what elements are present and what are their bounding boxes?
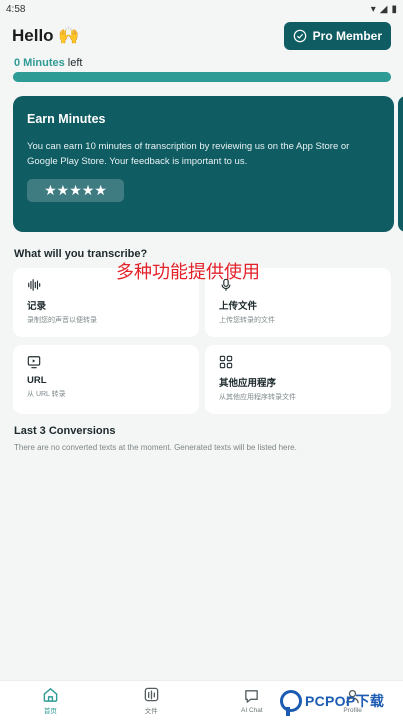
badge-check-icon (293, 29, 306, 43)
pro-member-label: Pro Member (312, 29, 382, 43)
tile-url[interactable]: URL 从 URL 转录 (13, 345, 199, 414)
files-icon (144, 687, 158, 702)
tile-title: 其他应用程序 (219, 378, 277, 389)
overlay-caption: 多种功能提供使用 (116, 262, 260, 282)
waveform-icon (28, 279, 41, 291)
apps-grid-icon (219, 355, 233, 369)
monitor-icon (27, 356, 41, 369)
rating-stars[interactable]: ★★★★★ (27, 179, 124, 202)
minutes-progress-bar (13, 72, 391, 82)
signal-icon: ◢ (379, 3, 388, 15)
next-card-peek[interactable] (398, 96, 403, 232)
conversions-empty-text: There are no converted texts at the mome… (14, 443, 297, 452)
tile-title: 上传文件 (219, 301, 258, 312)
nav-ai-chat[interactable]: AI Chat (222, 688, 282, 714)
conversions-section-title: Last 3 Conversions (14, 425, 116, 437)
tile-subtitle: 从其他应用程序转录文件 (219, 394, 296, 401)
nav-label: 文件 (144, 708, 158, 715)
earn-minutes-title: Earn Minutes (27, 112, 106, 126)
greeting-title: Hello 🙌 (12, 26, 80, 45)
nav-files[interactable]: 文件 (121, 686, 181, 715)
chat-icon (245, 689, 259, 703)
tile-subtitle: 从 URL 转录 (27, 391, 66, 398)
earn-minutes-description: You can earn 10 minutes of transcription… (27, 141, 350, 167)
pcpop-logo-icon (280, 690, 302, 716)
minutes-count: 0 Minutes (14, 57, 65, 69)
pcpop-watermark: PCPOP下载 (280, 690, 385, 716)
minutes-suffix: left (64, 57, 83, 69)
status-bar: 4:58 ▾ ◢ ▮ (0, 0, 403, 18)
earn-minutes-card[interactable]: Earn Minutes You can earn 10 minutes of … (13, 96, 394, 232)
pcpop-logo-text: PCPOP下载 (305, 693, 385, 709)
nav-home[interactable]: 首页 (20, 686, 80, 715)
battery-icon: ▮ (391, 3, 397, 15)
tile-title: 记录 (27, 301, 47, 312)
tile-subtitle: 录制您的声音以便转录 (27, 317, 97, 324)
tile-subtitle: 上传您转录的文件 (219, 317, 275, 324)
tile-title: URL (27, 375, 47, 386)
nav-label: AI Chat (241, 706, 263, 714)
minutes-progress-fill (13, 72, 391, 82)
minutes-left: 0 Minutes left (14, 57, 82, 69)
status-time: 4:58 (6, 3, 26, 15)
tile-other-apps[interactable]: 其他应用程序 从其他应用程序转录文件 (205, 345, 391, 414)
home-icon (43, 687, 58, 702)
nav-label: 首页 (43, 708, 57, 715)
header: Hello 🙌 Pro Member (12, 22, 391, 50)
status-icons: ▾ ◢ ▮ (371, 4, 397, 15)
wifi-icon: ▾ (370, 3, 376, 15)
pro-member-button[interactable]: Pro Member (283, 22, 391, 50)
